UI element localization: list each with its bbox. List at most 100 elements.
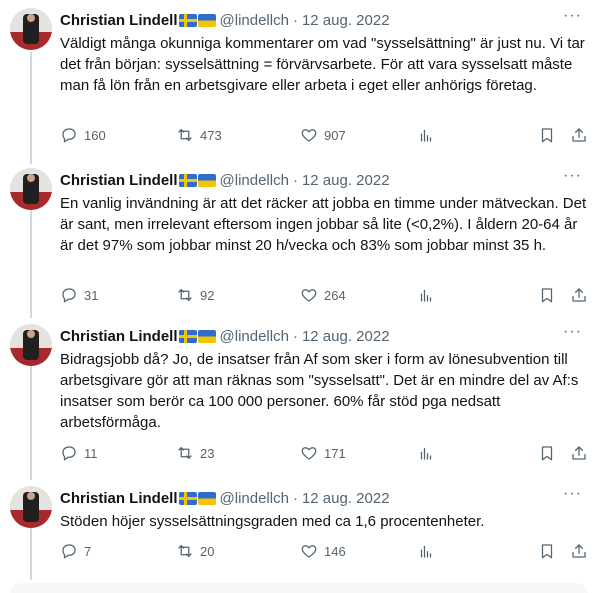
share-icon: [572, 288, 586, 302]
analytics-icon: [420, 545, 432, 558]
heart-icon: [301, 129, 317, 142]
reply-icon: [62, 288, 76, 303]
tweet-header: Christian Lindell @lindellch · 12 aug. 2…: [60, 488, 390, 508]
tweet-header: Christian Lindell @lindellch · 12 aug. 2…: [60, 326, 390, 346]
retweet-count: 92: [200, 287, 215, 303]
reply-count: 11: [84, 445, 98, 461]
tweet-text: Bidragsjobb då? Jo, de insatser från Af …: [60, 351, 579, 431]
like-count: 146: [324, 543, 346, 559]
avatar[interactable]: [10, 324, 52, 366]
bookmark-icon: [541, 128, 553, 143]
retweet-count: 23: [200, 445, 215, 461]
like-button[interactable]: 907: [300, 125, 346, 145]
reply-count: 160: [84, 127, 106, 143]
ukraine-flag-icon: [197, 329, 216, 343]
tweet-header: Christian Lindell @lindellch · 12 aug. 2…: [60, 10, 390, 30]
heart-icon: [301, 447, 317, 460]
reply-icon: [62, 446, 76, 461]
analytics-button[interactable]: [417, 443, 435, 463]
like-button[interactable]: 264: [300, 285, 346, 305]
tweet[interactable]: Christian Lindell @lindellch · 12 aug. 2…: [0, 316, 600, 480]
bookmark-button[interactable]: [538, 541, 556, 561]
reply-button[interactable]: 160: [60, 125, 106, 145]
bookmark-icon: [541, 544, 553, 559]
bookmark-button[interactable]: [538, 125, 556, 145]
share-button[interactable]: [570, 541, 588, 561]
reply-icon: [62, 128, 76, 143]
name-flags: [178, 491, 216, 505]
reply-count: 7: [84, 543, 92, 559]
retweet-icon: [178, 447, 192, 459]
bookmark-button[interactable]: [538, 285, 556, 305]
tweet-date[interactable]: 12 aug. 2022: [302, 12, 390, 29]
analytics-button[interactable]: [417, 285, 435, 305]
author-handle[interactable]: @lindellch: [220, 12, 289, 29]
bookmark-icon: [541, 288, 553, 303]
like-count: 907: [324, 127, 346, 143]
reply-icon: [62, 544, 76, 559]
tweet-actions: 31 92 264: [60, 285, 590, 305]
retweet-button[interactable]: 23: [176, 443, 214, 463]
heart-icon: [301, 289, 317, 302]
more-options-icon[interactable]: ···: [563, 8, 582, 24]
tweet-actions: 160 473 907: [60, 125, 590, 145]
separator: ·: [292, 171, 298, 189]
tweet-date[interactable]: 12 aug. 2022: [302, 328, 390, 345]
sweden-flag-icon: [178, 13, 197, 27]
tweet[interactable]: Christian Lindell @lindellch · 12 aug. 2…: [0, 478, 600, 578]
share-button[interactable]: [570, 285, 588, 305]
more-options-icon[interactable]: ···: [563, 168, 582, 184]
like-button[interactable]: 146: [300, 541, 346, 561]
reply-button[interactable]: 11: [60, 443, 98, 463]
analytics-button[interactable]: [417, 125, 435, 145]
retweet-icon: [178, 545, 192, 557]
bookmark-icon: [541, 446, 553, 461]
retweet-button[interactable]: 20: [176, 541, 214, 561]
author-name[interactable]: Christian Lindell: [60, 328, 178, 345]
more-options-icon[interactable]: ···: [563, 486, 582, 502]
tweet-text: En vanlig invändning är att det räcker a…: [60, 195, 587, 254]
author-name[interactable]: Christian Lindell: [60, 490, 178, 507]
retweet-button[interactable]: 92: [176, 285, 214, 305]
author-handle[interactable]: @lindellch: [220, 172, 289, 189]
share-icon: [572, 544, 586, 558]
tweet-date[interactable]: 12 aug. 2022: [302, 172, 390, 189]
retweet-button[interactable]: 473: [176, 125, 222, 145]
retweet-count: 20: [200, 543, 215, 559]
ukraine-flag-icon: [197, 173, 216, 187]
tweet-header: Christian Lindell @lindellch · 12 aug. 2…: [60, 170, 390, 190]
ukraine-flag-icon: [197, 491, 216, 505]
name-flags: [178, 329, 216, 343]
next-card: [10, 583, 588, 593]
sweden-flag-icon: [178, 491, 197, 505]
author-handle[interactable]: @lindellch: [220, 490, 289, 507]
like-count: 264: [324, 287, 346, 303]
analytics-icon: [420, 447, 432, 460]
name-flags: [178, 13, 216, 27]
like-button[interactable]: 171: [300, 443, 346, 463]
tweet-actions: 11 23 171: [60, 443, 590, 463]
avatar[interactable]: [10, 8, 52, 50]
author-handle[interactable]: @lindellch: [220, 328, 289, 345]
retweet-icon: [178, 289, 192, 301]
name-flags: [178, 173, 216, 187]
avatar[interactable]: [10, 486, 52, 528]
reply-button[interactable]: 7: [60, 541, 91, 561]
sweden-flag-icon: [178, 329, 197, 343]
share-button[interactable]: [570, 125, 588, 145]
heart-icon: [301, 545, 317, 558]
like-count: 171: [324, 445, 346, 461]
tweet[interactable]: Christian Lindell @lindellch · 12 aug. 2…: [0, 160, 600, 320]
reply-button[interactable]: 31: [60, 285, 98, 305]
avatar[interactable]: [10, 168, 52, 210]
more-options-icon[interactable]: ···: [563, 324, 582, 340]
author-name[interactable]: Christian Lindell: [60, 12, 178, 29]
analytics-button[interactable]: [417, 541, 435, 561]
tweet-text: Stöden höjer sysselsättningsgraden med c…: [60, 513, 485, 530]
tweet-text: Väldigt många okunniga kommentarer om va…: [60, 35, 585, 94]
tweet-date[interactable]: 12 aug. 2022: [302, 490, 390, 507]
tweet[interactable]: Christian Lindell @lindellch · 12 aug. 2…: [0, 0, 600, 160]
share-button[interactable]: [570, 443, 588, 463]
author-name[interactable]: Christian Lindell: [60, 172, 178, 189]
bookmark-button[interactable]: [538, 443, 556, 463]
